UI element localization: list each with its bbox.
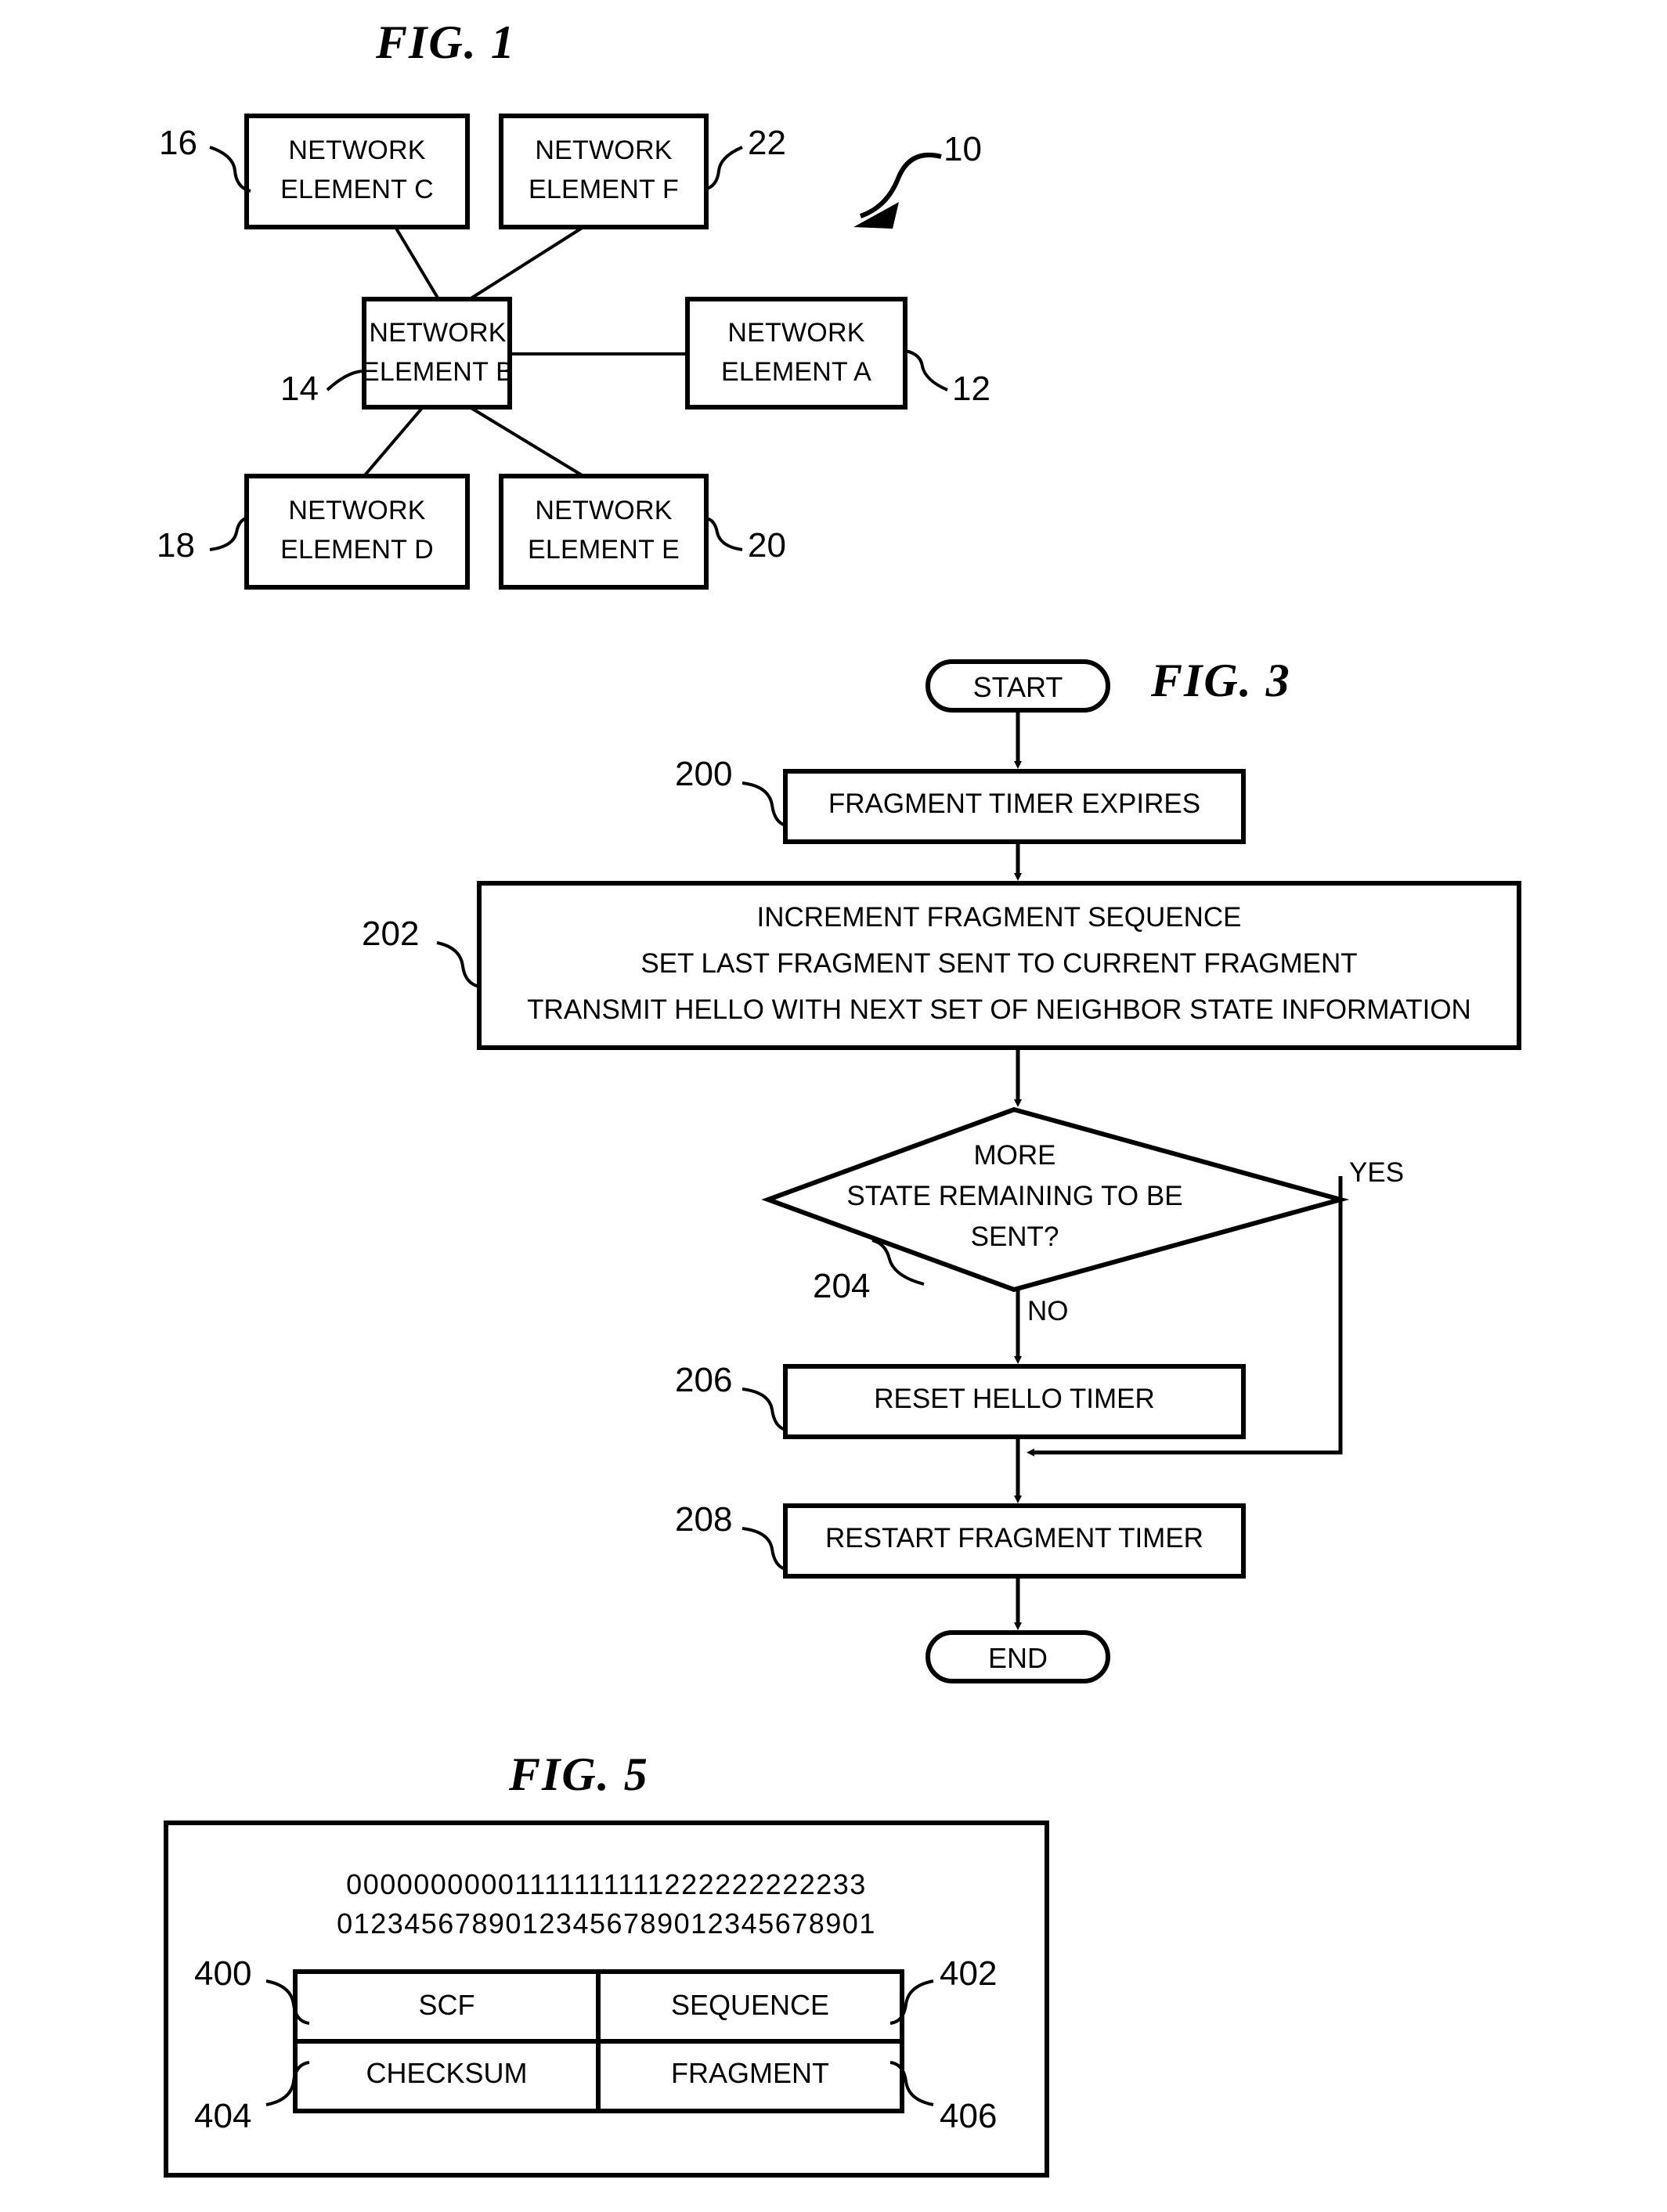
patent-drawing-sheet: FIG. 1 NETWORK ELEMENT C NETWORK ELEMENT… bbox=[0, 0, 1667, 2212]
bit-ruler-tens: 00000000001111111111222222222233 bbox=[346, 1868, 867, 1900]
packet-field-sequence: SEQUENCE bbox=[670, 1989, 830, 2021]
bit-ruler-ones: 01234567890123456789012345678901 bbox=[337, 1907, 876, 1940]
figure-5-title: FIG. 5 bbox=[509, 1748, 649, 1800]
ref-404: 404 bbox=[194, 2097, 252, 2135]
ref-400: 400 bbox=[194, 1954, 252, 1993]
ref-402: 402 bbox=[940, 1954, 998, 1993]
packet-field-fragment: FRAGMENT bbox=[671, 2057, 829, 2089]
packet-field-scf: SCF bbox=[418, 1989, 475, 2021]
ref-406: 406 bbox=[940, 2097, 998, 2135]
packet-field-checksum: CHECKSUM bbox=[366, 2057, 528, 2089]
